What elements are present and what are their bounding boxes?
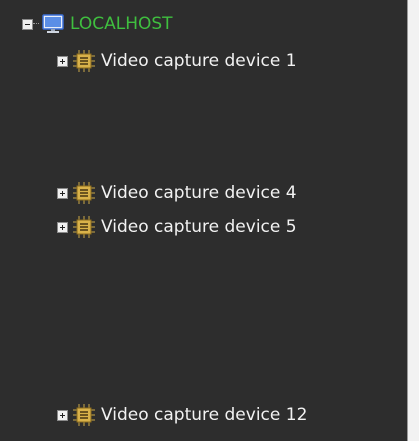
device-label: Video capture device 4	[101, 183, 297, 203]
chip-icon	[73, 182, 95, 204]
device-label: Video capture device 12	[101, 405, 308, 425]
tree-node-device-12[interactable]: Video capture device 12	[57, 401, 307, 429]
chip-icon	[73, 50, 95, 72]
tree-node-localhost[interactable]: LOCALHOST	[22, 10, 173, 38]
device-tree-panel: LOCALHOST Video capture device 1 Video c…	[0, 0, 408, 441]
device-label: Video capture device 1	[101, 51, 297, 71]
tree-node-device-1[interactable]: Video capture device 1	[57, 47, 297, 75]
tree-node-device-4[interactable]: Video capture device 4	[57, 179, 297, 207]
tree-node-device-5[interactable]: Video capture device 5	[57, 213, 297, 241]
collapse-toggle[interactable]	[22, 18, 33, 30]
chip-icon	[73, 404, 95, 426]
window-edge	[408, 0, 419, 441]
device-label: Video capture device 5	[101, 217, 297, 237]
monitor-icon	[42, 14, 64, 33]
tree-connector	[33, 23, 39, 25]
expand-toggle[interactable]	[57, 55, 68, 67]
expand-toggle[interactable]	[57, 187, 68, 199]
chip-icon	[73, 216, 95, 238]
expand-toggle[interactable]	[57, 409, 68, 421]
expand-toggle[interactable]	[57, 221, 68, 233]
localhost-label: LOCALHOST	[70, 14, 173, 34]
